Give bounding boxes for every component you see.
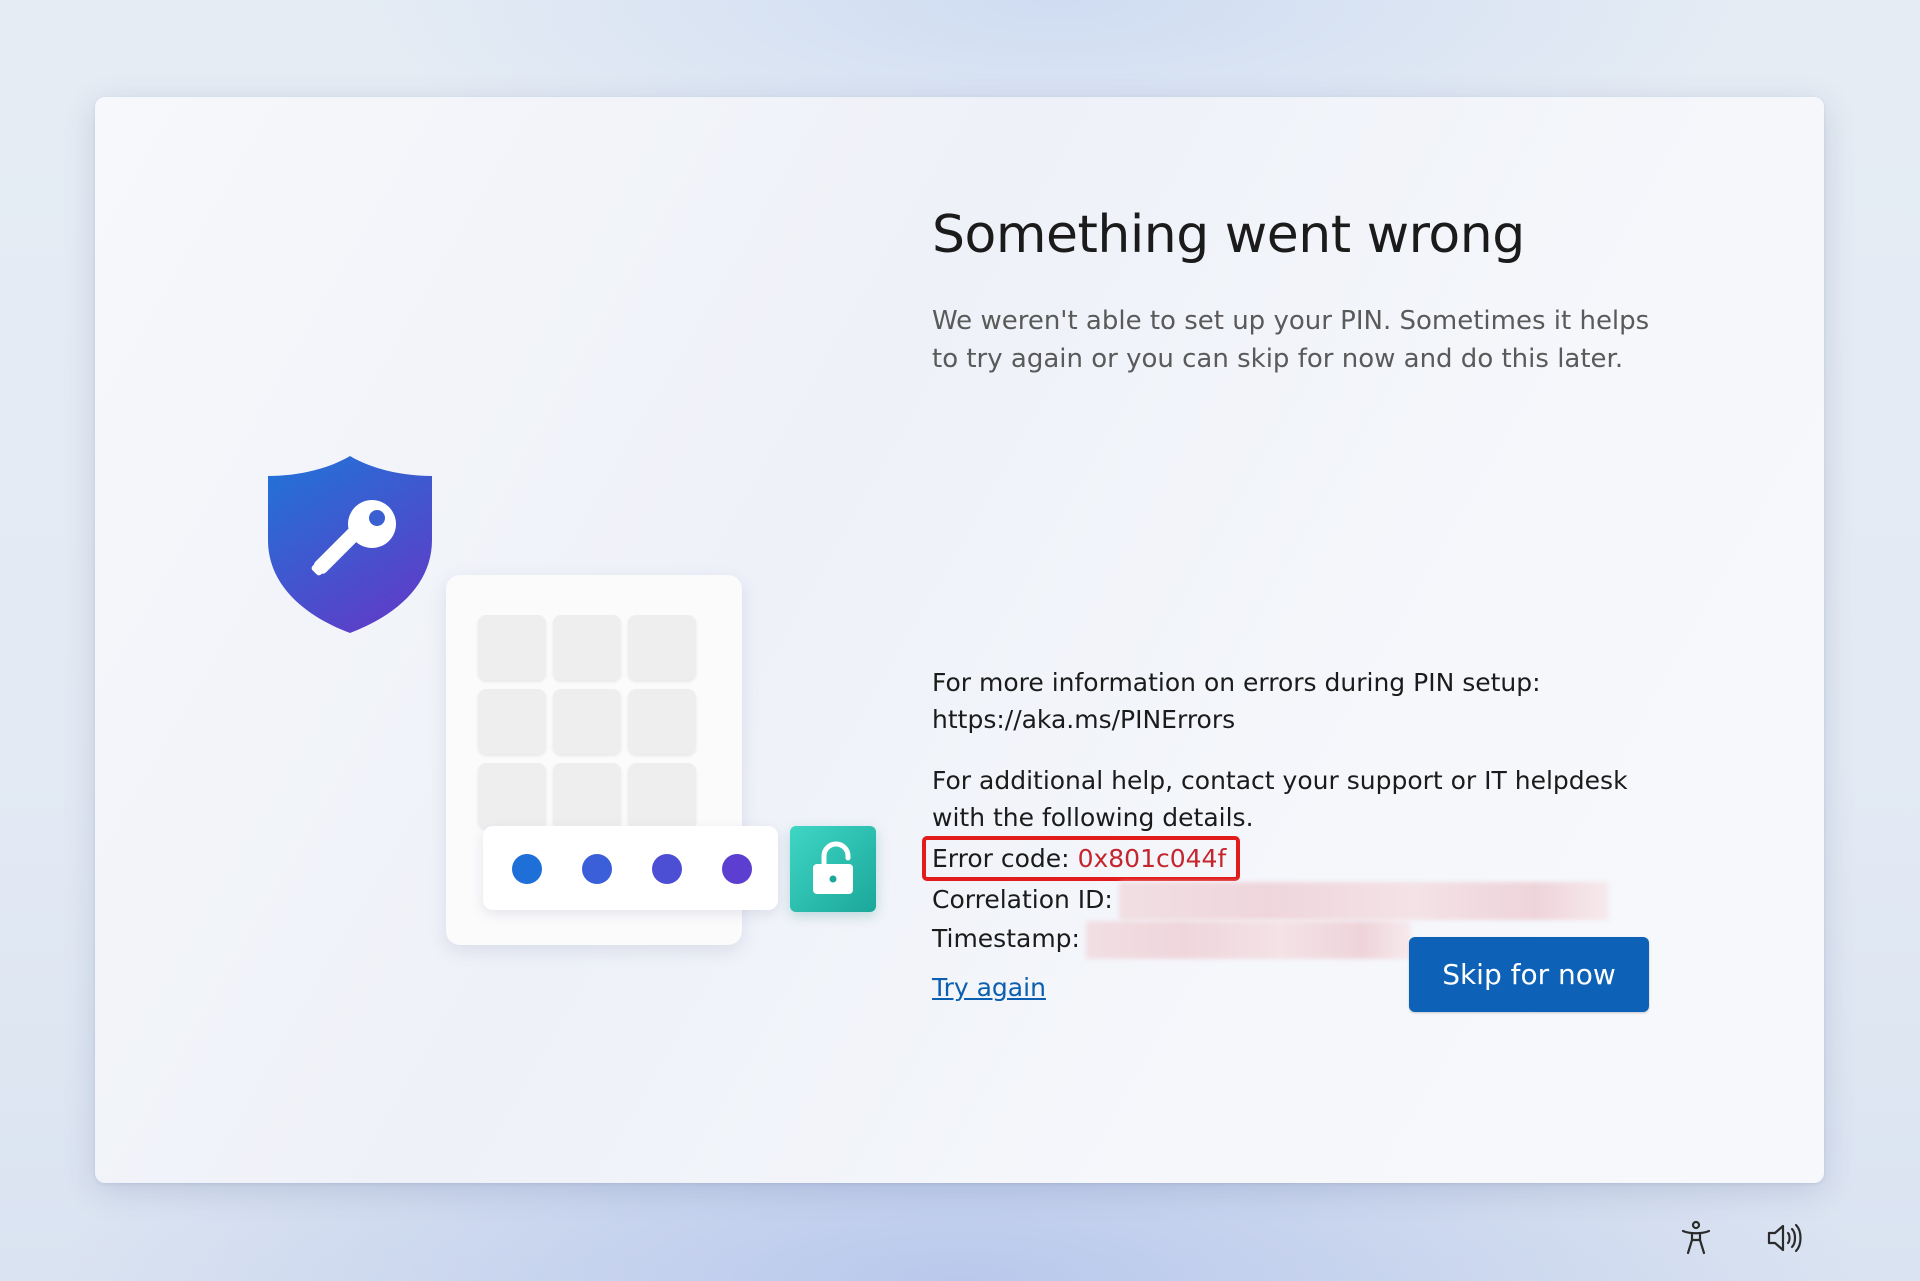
pin-entry-bar [483, 826, 778, 910]
shield-key-icon [260, 452, 440, 637]
pin-dot [582, 854, 612, 884]
redacted-correlation-id [1118, 882, 1609, 920]
error-code-value: 0x801c044f [1077, 844, 1227, 873]
try-again-link[interactable]: Try again [932, 973, 1046, 1002]
skip-for-now-button[interactable]: Skip for now [1409, 937, 1649, 1012]
keypad-key [478, 763, 546, 828]
more-info-section: For more information on errors during PI… [932, 664, 1672, 738]
keypad-key [553, 763, 621, 828]
timestamp-label: Timestamp: [932, 924, 1080, 953]
speaker-volume-icon[interactable] [1764, 1218, 1804, 1258]
redacted-timestamp [1085, 921, 1411, 959]
correlation-id-row: Correlation ID: [932, 881, 1672, 920]
keypad-key [553, 689, 621, 754]
accessibility-icon[interactable] [1676, 1218, 1716, 1258]
more-info-text: For more information on errors during PI… [932, 668, 1541, 697]
unlocked-padlock-icon [790, 826, 876, 912]
page-subtitle: We weren't able to set up your PIN. Some… [932, 306, 1650, 374]
pin-dot [512, 854, 542, 884]
error-code-label: Error code: [932, 844, 1070, 873]
keypad-key [553, 615, 621, 680]
keypad-key [478, 689, 546, 754]
keypad-key [628, 615, 696, 680]
keypad-key [628, 763, 696, 828]
page-title: Something went wrong [932, 205, 1525, 265]
pin-dot [652, 854, 682, 884]
pin-illustration [260, 452, 900, 952]
pin-errors-url: https://aka.ms/PINErrors [932, 705, 1236, 734]
error-code-row: Error code: 0x801c044f [922, 836, 1672, 881]
support-details-section: For additional help, contact your suppor… [922, 762, 1672, 959]
keypad-key [478, 615, 546, 680]
correlation-id-label: Correlation ID: [932, 885, 1113, 914]
error-code-highlight: Error code: 0x801c044f [922, 836, 1241, 881]
help-text: For additional help, contact your suppor… [932, 766, 1628, 832]
keypad-key [628, 689, 696, 754]
pin-dot [722, 854, 752, 884]
